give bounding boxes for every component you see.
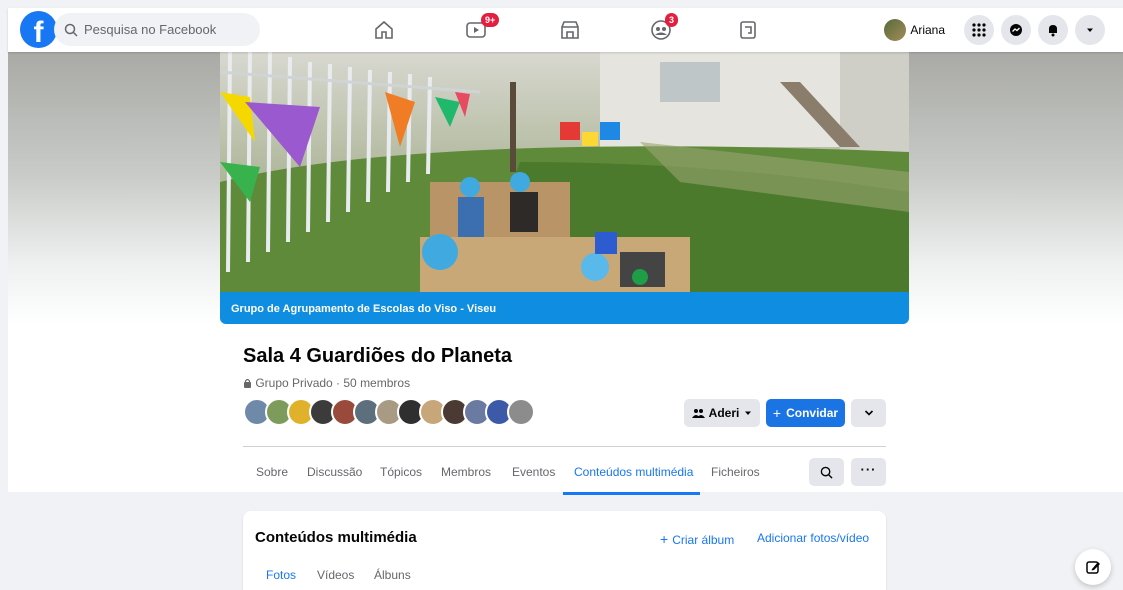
compose-icon — [1086, 561, 1100, 574]
add-media-button[interactable]: Adicionar fotos/vídeo — [757, 531, 869, 545]
account-menu-button[interactable] — [1075, 15, 1105, 45]
notifications-button[interactable] — [1038, 15, 1068, 45]
create-album-label: Criar álbum — [672, 533, 735, 547]
header-divider — [243, 446, 886, 447]
home-icon[interactable] — [372, 18, 396, 42]
video-badge: 9+ — [481, 13, 500, 27]
tab-topicos[interactable]: Tópicos — [380, 465, 422, 479]
groups-badge: 3 — [665, 13, 679, 27]
subtab-albuns[interactable]: Álbuns — [374, 568, 411, 582]
media-card: Conteúdos multimédia + Criar álbum Adicio… — [243, 511, 886, 590]
avatar — [884, 19, 907, 41]
marketplace-icon[interactable] — [558, 18, 582, 42]
new-message-button[interactable] — [1075, 549, 1111, 585]
profile-name: Ariana — [910, 23, 945, 37]
gaming-icon[interactable] — [736, 18, 760, 42]
cover-banner-text: Grupo de Agrupamento de Escolas do Viso … — [231, 303, 497, 315]
account-chevron-icon — [1087, 28, 1093, 32]
group-more-button[interactable]: ··· — [851, 458, 886, 486]
tab-discussao[interactable]: Discussão — [307, 465, 362, 479]
create-album-button[interactable]: + Criar álbum — [660, 531, 734, 547]
invite-button[interactable]: + Convidar — [766, 399, 845, 427]
active-tab-indicator — [563, 492, 700, 495]
group-meta: Grupo Privado · 50 membros — [243, 376, 410, 390]
tab-sobre[interactable]: Sobre — [256, 465, 288, 479]
search-box[interactable]: Pesquisa no Facebook — [54, 13, 260, 46]
plus-icon: + — [660, 531, 669, 547]
group-privacy-members: Grupo Privado · 50 membros — [255, 376, 411, 390]
messenger-icon — [1010, 24, 1022, 36]
messenger-button[interactable] — [1001, 15, 1031, 45]
group-members-icon — [691, 408, 705, 418]
joined-label: Aderi — [708, 406, 740, 420]
joined-button[interactable]: Aderi — [684, 399, 760, 427]
more-icon: ··· — [860, 462, 877, 477]
top-navigation-bar: f Pesquisa no Facebook 9+ 3 Ariana — [8, 8, 1123, 52]
lock-icon — [244, 378, 251, 388]
notifications-icon — [1049, 25, 1057, 37]
media-title: Conteúdos multimédia — [255, 529, 417, 546]
account-controls: Ariana — [884, 14, 1105, 46]
member-avatars[interactable] — [243, 398, 535, 428]
invite-label: Convidar — [786, 406, 839, 420]
more-options-button[interactable] — [851, 399, 886, 427]
tab-eventos[interactable]: Eventos — [512, 465, 555, 479]
menu-grid-icon — [972, 23, 986, 37]
cover-photo[interactable] — [220, 52, 909, 292]
search-placeholder: Pesquisa no Facebook — [84, 22, 217, 37]
profile-shortcut[interactable]: Ariana — [884, 19, 945, 41]
tab-ficheiros[interactable]: Ficheiros — [711, 465, 760, 479]
subtab-videos[interactable]: Vídeos — [317, 568, 354, 582]
plus-icon: + — [772, 405, 782, 421]
menu-grid-button[interactable] — [964, 15, 994, 45]
tab-membros[interactable]: Membros — [441, 465, 491, 479]
avatar[interactable] — [507, 398, 535, 426]
chevron-down-icon — [864, 410, 873, 416]
cover-photo-image — [220, 52, 909, 292]
subtab-fotos[interactable]: Fotos — [266, 568, 296, 582]
group-search-button[interactable] — [809, 458, 844, 486]
tab-conteudos-multimedia[interactable]: Conteúdos multimédia — [574, 465, 693, 479]
facebook-logo[interactable]: f — [20, 11, 57, 48]
dropdown-arrow-icon — [745, 411, 752, 415]
group-title: Sala 4 Guardiões do Planeta — [243, 345, 512, 367]
search-icon — [820, 466, 833, 479]
cover-banner: Grupo de Agrupamento de Escolas do Viso … — [220, 292, 909, 324]
search-icon — [64, 23, 78, 37]
